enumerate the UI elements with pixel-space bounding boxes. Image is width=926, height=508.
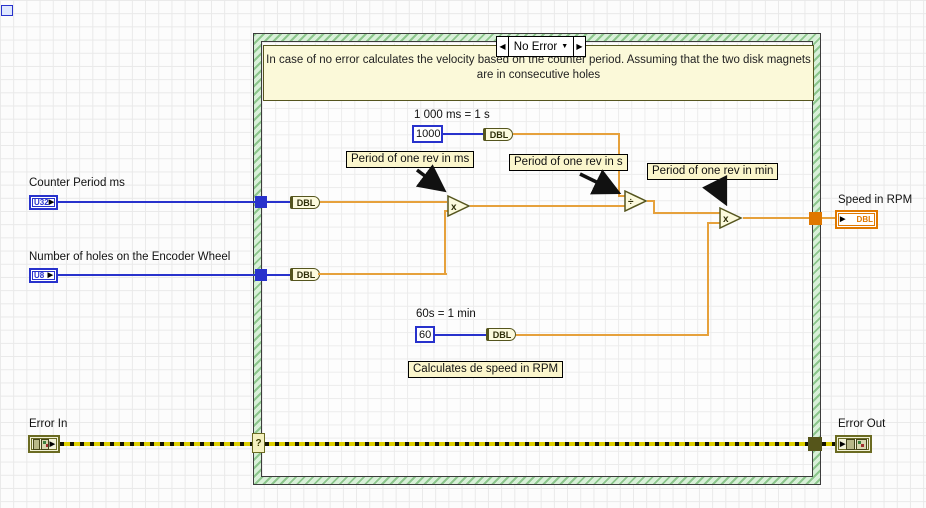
output-arrow-icon: ▶ [49, 440, 55, 448]
input-arrow-icon: ▶ [840, 440, 846, 448]
error-in-label: Error In [29, 418, 68, 430]
wire-dbl4-horizontal[interactable] [516, 334, 709, 336]
error-cluster-glyph [846, 438, 856, 450]
to-double-conversion-3[interactable]: DBL [483, 128, 513, 141]
case-selector-tunnel[interactable]: ? [252, 433, 265, 453]
counter-period-terminal[interactable]: U32 ▶ [29, 195, 58, 210]
block-diagram-canvas: In case of no error calculates the veloc… [0, 0, 926, 508]
divide-glyph: ÷ [628, 197, 634, 208]
error-cluster-glyph [33, 438, 40, 450]
tunnel-counter-period[interactable] [255, 196, 267, 208]
terminal-type-label: DBL [856, 215, 873, 224]
case-selector: ◀ No Error ▼ ▶ [496, 36, 586, 57]
multiply-node-2[interactable]: x [719, 207, 743, 229]
multiply-glyph: x [723, 214, 729, 225]
to-double-conversion-2[interactable]: DBL [290, 268, 320, 281]
wire-tunnel-to-dbl1[interactable] [267, 201, 290, 203]
error-in-terminal[interactable]: ▶ [28, 435, 60, 453]
screen-artifact [1, 5, 13, 16]
wire-dbl4-vertical[interactable] [707, 223, 709, 336]
wire-dbl2-horizontal[interactable] [318, 273, 447, 275]
sec-constant-caption: 60s = 1 min [416, 308, 476, 320]
sec-constant[interactable]: 60 [415, 326, 435, 343]
case-selector-value[interactable]: No Error ▼ [508, 37, 574, 56]
ms-constant-caption: 1 000 ms = 1 s [414, 109, 490, 121]
wire-dbl1-to-multiply[interactable] [320, 201, 447, 203]
num-holes-terminal[interactable]: U8 ▶ [29, 268, 58, 283]
to-double-conversion-4[interactable]: DBL [486, 328, 516, 341]
multiply-node-1[interactable]: x [447, 195, 471, 217]
case-prev-button[interactable]: ◀ [497, 37, 508, 56]
annotation-rev-ms[interactable]: Period of one rev in ms [346, 151, 475, 168]
annotation-rev-min[interactable]: Period of one rev in min [647, 163, 779, 180]
wire-60-to-dbl4[interactable] [435, 334, 486, 336]
wire-dbl2-vertical[interactable] [444, 211, 446, 275]
speed-label: Speed in RPM [838, 194, 913, 206]
wire-error-in[interactable] [60, 442, 252, 446]
tunnel-error-out[interactable] [808, 437, 822, 451]
wire-num-holes[interactable] [58, 274, 255, 276]
output-arrow-icon: ▶ [48, 199, 55, 206]
num-holes-label: Number of holes on the Encoder Wheel [29, 251, 231, 263]
case-name-label: No Error [513, 40, 558, 53]
chevron-down-icon[interactable]: ▼ [561, 43, 568, 50]
wire-counter-period[interactable] [58, 201, 255, 203]
multiply-glyph: x [451, 202, 457, 213]
tunnel-num-holes[interactable] [255, 269, 267, 281]
wire-error-through[interactable] [265, 442, 808, 446]
tunnel-speed-out[interactable] [809, 212, 822, 225]
speed-terminal[interactable]: ▶ DBL [835, 210, 878, 229]
terminal-type-label: U8 [34, 271, 45, 280]
wire-multiply1-out[interactable] [470, 205, 626, 207]
wire-1000-to-dbl3[interactable] [443, 133, 483, 135]
input-arrow-icon: ▶ [840, 216, 846, 223]
case-structure-interior [261, 41, 813, 477]
wire-dbl3-horizontal[interactable] [513, 133, 620, 135]
error-cluster-glyph [40, 438, 49, 450]
error-cluster-glyph [856, 438, 867, 450]
error-out-label: Error Out [838, 418, 886, 430]
wire-tunnel-to-speed[interactable] [822, 217, 835, 219]
annotation-calc[interactable]: Calculates de speed in RPM [408, 361, 564, 378]
wire-divide-out-horizontal[interactable] [653, 212, 721, 214]
wire-multiply2-out[interactable] [743, 217, 809, 219]
to-double-conversion-1[interactable]: DBL [290, 196, 320, 209]
case-next-button[interactable]: ▶ [574, 37, 585, 56]
terminal-type-label: U32 [34, 198, 49, 207]
counter-period-label: Counter Period ms [29, 177, 125, 189]
ms-constant[interactable]: 1000 [412, 125, 443, 143]
wire-error-out[interactable] [822, 442, 835, 446]
divide-node[interactable]: ÷ [624, 190, 648, 212]
wire-tunnel-to-dbl2[interactable] [267, 274, 290, 276]
error-out-terminal[interactable]: ▶ [835, 435, 872, 453]
output-arrow-icon: ▶ [47, 272, 53, 279]
annotation-rev-s[interactable]: Period of one rev in s [509, 154, 628, 171]
